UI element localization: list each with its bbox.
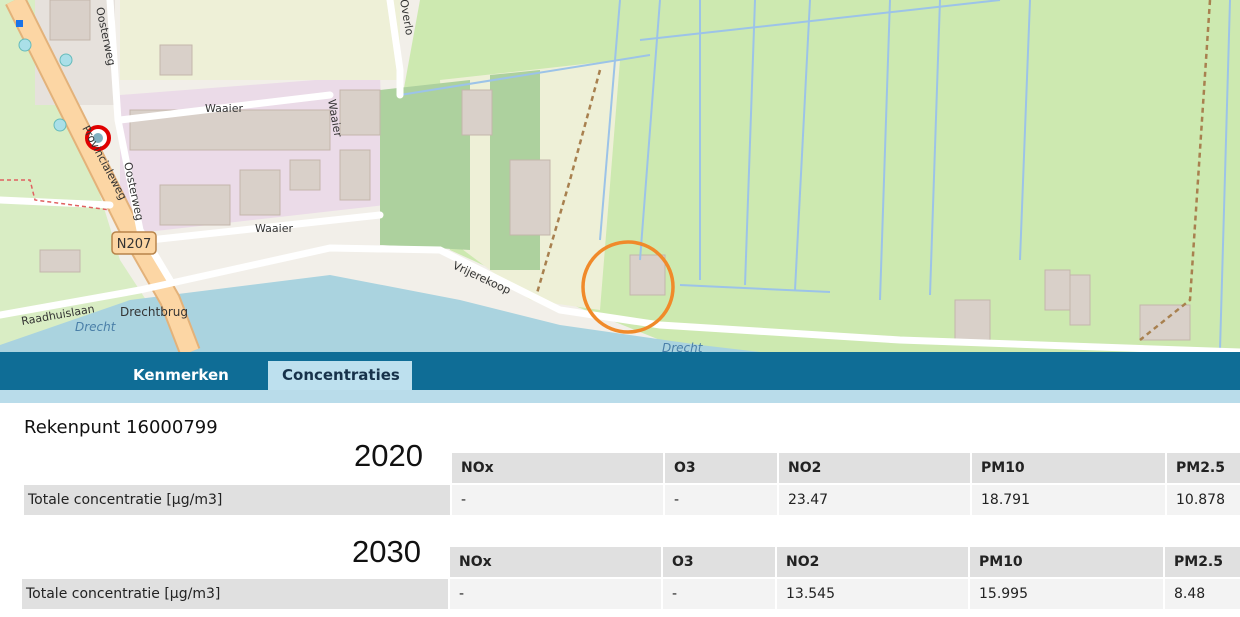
column-header-o3: O3 [663,547,775,577]
column-header-no2: NO2 [777,547,968,577]
n207-shield: N207 [111,231,157,255]
year-label-2030: 2030 [352,534,421,569]
value-no2-2030: 13.545 [777,579,968,609]
column-header-o3: O3 [665,453,777,483]
column-header-pm10: PM10 [972,453,1165,483]
tab-bar: Kenmerken Concentraties [0,352,1240,390]
tab-concentraties[interactable]: Concentraties [268,361,412,390]
column-header-no2: NO2 [779,453,970,483]
value-pm10-2030: 15.995 [970,579,1163,609]
column-header-nox: NOx [452,453,663,483]
value-nox-2020: - [452,485,663,515]
tab-kenmerken[interactable]: Kenmerken [119,361,245,390]
value-nox-2030: - [450,579,661,609]
map-label-waaier-3: Waaier [255,222,293,235]
map-view[interactable]: N207 Oosterweg Oosterweg Overlo Waaier W… [0,0,1240,352]
column-header-pm10: PM10 [970,547,1163,577]
map-label-drecht-1: Drecht [75,320,117,334]
concentration-panel: Rekenpunt 16000799 2020 NOx O3 NO2 PM10 … [0,403,1240,617]
value-pm25-2020: 10.878 [1167,485,1240,515]
value-pm10-2020: 18.791 [972,485,1165,515]
map-canvas[interactable]: N207 Oosterweg Oosterweg Overlo Waaier W… [0,0,1240,352]
tab-bar-underline [0,390,1240,403]
row-label-totale-concentratie: Totale concentratie [µg/m3] [22,579,448,609]
column-header-pm25: PM2.5 [1167,453,1240,483]
map-label-drecht-2: Drecht [662,341,704,352]
n207-label: N207 [117,237,152,252]
panel-title: Rekenpunt 16000799 [24,417,218,438]
map-label-waaier-1: Waaier [205,102,243,115]
column-header-pm25: PM2.5 [1165,547,1240,577]
value-pm25-2030: 8.48 [1165,579,1240,609]
value-o3-2020: - [665,485,777,515]
map-label-drechtbrug: Drechtbrug [120,305,188,319]
value-no2-2020: 23.47 [779,485,970,515]
row-label-totale-concentratie: Totale concentratie [µg/m3] [24,485,450,515]
column-header-nox: NOx [450,547,661,577]
year-label-2020: 2020 [354,438,423,473]
value-o3-2030: - [663,579,775,609]
